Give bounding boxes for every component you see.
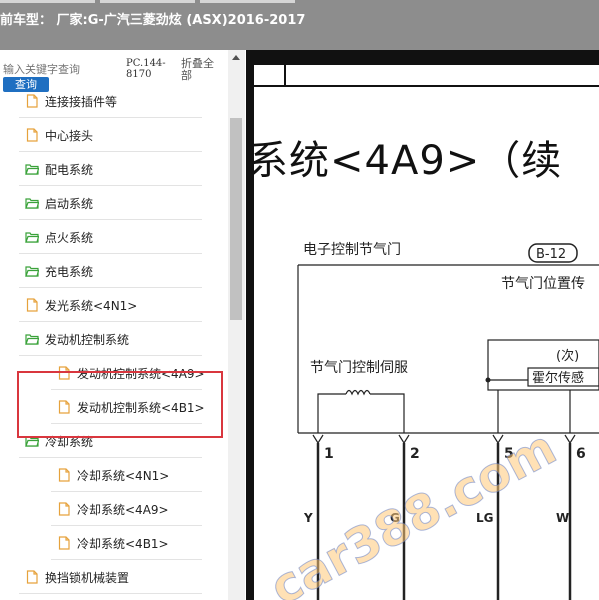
tree-item[interactable]: 配电系统 <box>0 152 228 186</box>
tree-item[interactable]: 换挡锁机械装置 <box>0 560 228 594</box>
tree-item-label: 配电系统 <box>45 163 94 177</box>
tree-item-label: 发光系统<4N1> <box>45 299 138 313</box>
connector-code: B-12 <box>536 247 566 262</box>
folder-open-icon <box>25 266 39 277</box>
file-icon <box>26 570 38 584</box>
tree-item[interactable]: 充电系统 <box>0 254 228 288</box>
scroll-up-arrow-icon[interactable] <box>232 55 240 60</box>
pin-number: 1 <box>324 446 334 462</box>
tree-item-label: 冷却系统<4B1> <box>77 537 169 551</box>
search-button[interactable]: 查询 <box>3 77 49 92</box>
tree-item[interactable]: 冷却系统<4B1> <box>0 526 228 560</box>
search-input[interactable] <box>3 60 121 78</box>
tree-item-label: 连接接插件等 <box>45 95 118 109</box>
tree-item-label: 冷却系统<4N1> <box>77 469 170 483</box>
top-tab-strip <box>0 0 599 3</box>
highlight-box <box>17 371 223 438</box>
label-sub: (次) <box>556 348 579 364</box>
top-tab[interactable] <box>200 0 295 3</box>
pin-arrow-icon <box>312 434 324 445</box>
folder-open-icon <box>25 232 39 243</box>
file-icon <box>58 502 70 516</box>
tree-item[interactable]: 冷却系统<4N1> <box>0 458 228 492</box>
scroll-thumb[interactable] <box>230 118 242 320</box>
top-tab[interactable] <box>0 0 95 3</box>
file-icon <box>26 128 38 142</box>
file-icon <box>58 536 70 550</box>
pin-arrow-icon <box>398 434 410 445</box>
tree-item[interactable]: 发光系统<4N1> <box>0 288 228 322</box>
pin-number: 6 <box>576 446 586 462</box>
tree-item[interactable]: 中心接头 <box>0 118 228 152</box>
tree-item[interactable]: 发动机控制系统 <box>0 322 228 356</box>
left-panel: 查询 PC.144-8170 折叠全部 连接接插件等中心接头配电系统启动系统点火… <box>0 50 245 600</box>
tree-item[interactable]: 启动系统 <box>0 186 228 220</box>
document-viewer[interactable]: 系统<4A9>（续 电子控制节气门 B-12 节气门位置传 节气门控制伺服 (次… <box>246 50 599 600</box>
tree-scrollbar[interactable] <box>228 50 245 600</box>
tree-item[interactable]: 点火系统 <box>0 220 228 254</box>
collapse-all-button[interactable]: 折叠全部 <box>181 58 221 82</box>
label-throttle-position-sensor: 节气门位置传 <box>501 276 585 292</box>
folder-open-icon <box>25 164 39 175</box>
pin-arrow-icon <box>564 434 576 445</box>
tree-item-label: 启动系统 <box>45 197 94 211</box>
tree-item-label: 发动机控制系统 <box>45 333 130 347</box>
vehicle-title: 前车型： 厂家:G-广汽三菱劲炫 (ASX)2016-2017 <box>0 13 306 28</box>
top-bar: 前车型： 厂家:G-广汽三菱劲炫 (ASX)2016-2017 <box>0 0 599 50</box>
wire-color-label: Y <box>303 511 313 525</box>
folder-open-icon <box>25 334 39 345</box>
folder-open-icon <box>25 198 39 209</box>
file-icon <box>26 298 38 312</box>
pin-number: 2 <box>410 446 420 462</box>
wire-color-label: W <box>556 511 569 525</box>
catalog-tree: 连接接插件等 中心接头配电系统启动系统点火系统充电系统发光系统<4N1> 发动机控制… <box>0 92 228 600</box>
tree-item-label: 换挡锁机械装置 <box>45 571 130 585</box>
file-icon <box>58 468 70 482</box>
row-divider <box>19 593 202 594</box>
search-row: 查询 PC.144-8170 折叠全部 <box>0 50 228 92</box>
tree-item-label: 中心接头 <box>45 129 94 143</box>
tree-item-label: 冷却系统<4A9> <box>77 503 169 517</box>
label-hall-sensor: 霍尔传感 <box>532 370 584 386</box>
tree-item[interactable]: 连接接插件等 <box>0 92 228 118</box>
top-tab[interactable] <box>100 0 195 3</box>
label-throttle-servo: 节气门控制伺服 <box>310 360 408 376</box>
tree-item[interactable]: 冷却系统<4A9> <box>0 492 228 526</box>
file-icon <box>26 94 38 108</box>
tree-item-label: 充电系统 <box>45 265 94 279</box>
tree-item-label: 点火系统 <box>45 231 94 245</box>
label-ecu-throttle: 电子控制节气门 <box>303 242 401 258</box>
pc-code: PC.144-8170 <box>126 58 166 80</box>
